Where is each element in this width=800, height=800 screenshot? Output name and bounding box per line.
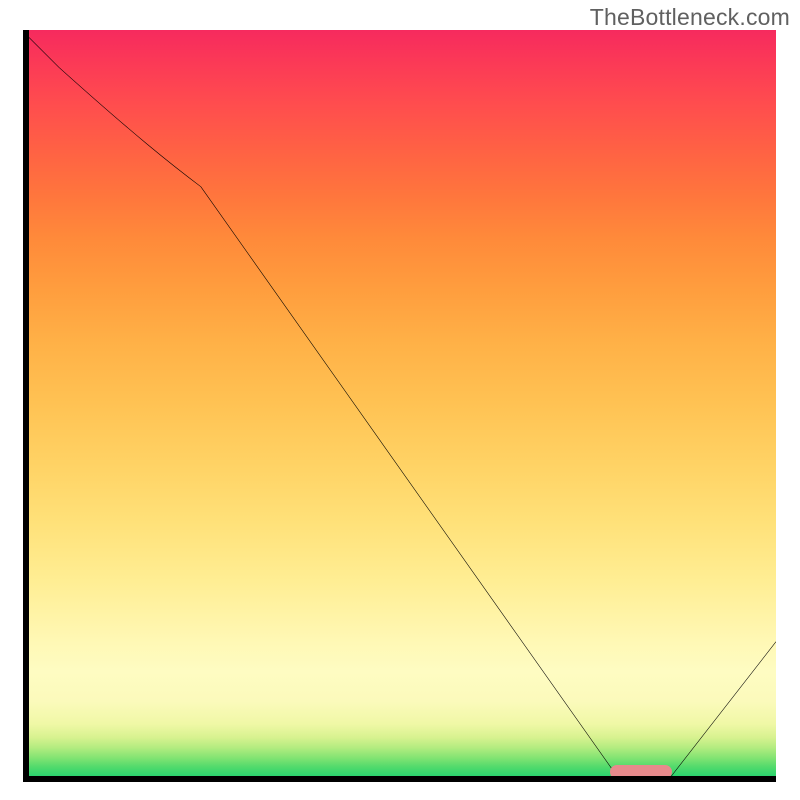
plot-area [29,30,776,776]
optimal-range-marker [610,765,672,776]
watermark-text: TheBottleneck.com [590,4,790,31]
curve-path [29,37,776,776]
bottleneck-curve [29,30,776,776]
plot-axes [23,30,776,782]
chart-container: TheBottleneck.com [0,0,800,800]
